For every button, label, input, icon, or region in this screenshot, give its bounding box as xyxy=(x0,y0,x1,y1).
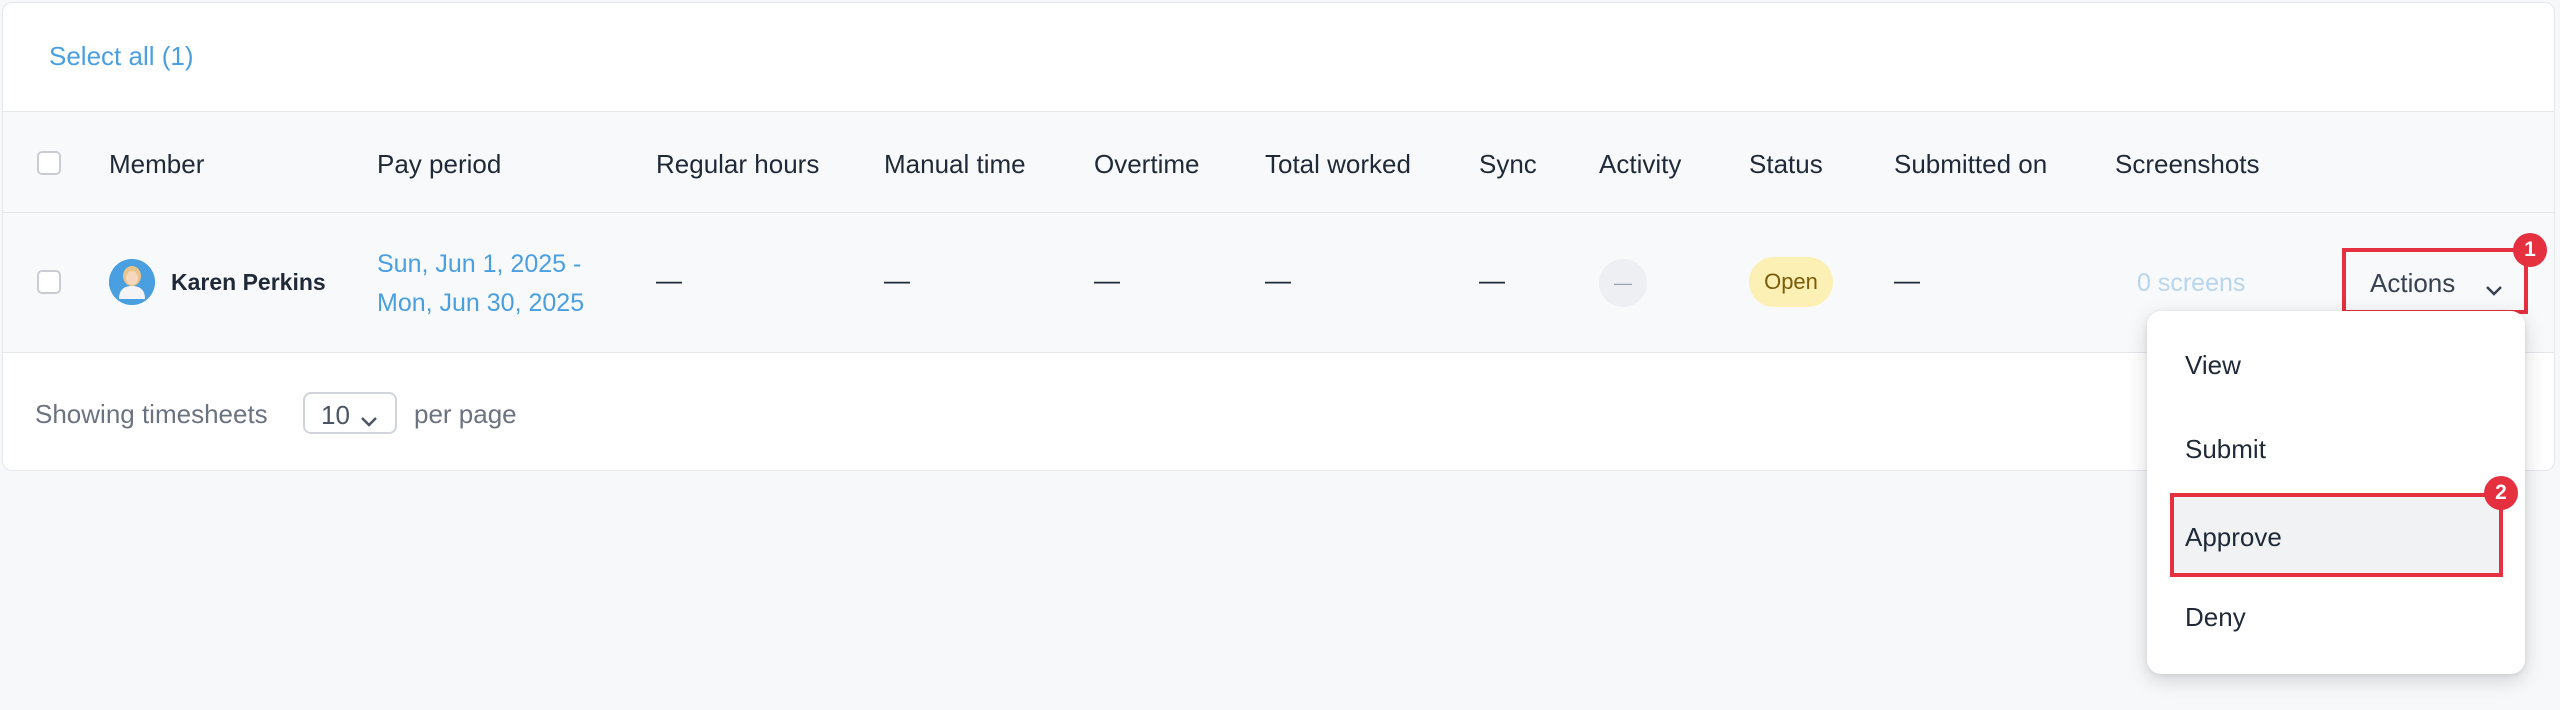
header-pay-period: Pay period xyxy=(377,149,502,179)
actions-dropdown-menu: View Submit Approve Deny 2 xyxy=(2147,311,2525,674)
menu-item-deny[interactable]: Deny xyxy=(2147,580,2525,652)
select-all-checkbox[interactable] xyxy=(37,151,61,175)
annotation-badge-1: 1 xyxy=(2513,233,2547,267)
sync-value: — xyxy=(1479,265,1505,295)
chevron-down-icon xyxy=(359,405,379,436)
row-checkbox[interactable] xyxy=(37,270,61,294)
pay-period-start: Sun, Jun 1, 2025 - xyxy=(377,250,582,278)
status-badge: Open xyxy=(1749,257,1833,307)
page-size-select[interactable]: 10 xyxy=(303,392,397,434)
header-regular-hours: Regular hours xyxy=(656,149,820,179)
menu-item-approve[interactable]: Approve xyxy=(2170,493,2503,577)
overtime-value: — xyxy=(1094,265,1120,295)
header-submitted-on: Submitted on xyxy=(1894,149,2048,179)
pay-period-end: Mon, Jun 30, 2025 xyxy=(377,289,585,317)
manual-time-value: — xyxy=(884,265,910,295)
total-worked-value: — xyxy=(1265,265,1291,295)
showing-timesheets-label: Showing timesheets xyxy=(35,399,268,429)
activity-badge: — xyxy=(1599,259,1647,307)
member-name: Karen Perkins xyxy=(171,269,326,295)
header-member: Member xyxy=(109,149,205,179)
header-screenshots: Screenshots xyxy=(2115,149,2260,179)
header-manual-time: Manual time xyxy=(884,149,1026,179)
select-all-link[interactable]: Select all (1) xyxy=(49,41,194,72)
menu-item-label: View xyxy=(2185,350,2241,380)
menu-item-submit[interactable]: Submit xyxy=(2147,412,2525,484)
per-page-label: per page xyxy=(414,399,517,429)
header-overtime: Overtime xyxy=(1094,149,1200,179)
pay-period-link[interactable]: Sun, Jun 1, 2025 - Mon, Jun 30, 2025 xyxy=(377,245,584,323)
actions-button-label: Actions xyxy=(2370,268,2456,298)
header-sync: Sync xyxy=(1479,149,1537,179)
chevron-down-icon xyxy=(2484,274,2504,305)
header-status: Status xyxy=(1749,149,1823,179)
table-header-row: Member Pay period Regular hours Manual t… xyxy=(3,111,2554,213)
submitted-on-value: — xyxy=(1894,265,1920,295)
annotation-badge-2: 2 xyxy=(2484,476,2518,510)
header-total-worked: Total worked xyxy=(1265,149,1411,179)
actions-button[interactable]: Actions xyxy=(2342,248,2528,314)
header-activity: Activity xyxy=(1599,149,1682,179)
page-size-value: 10 xyxy=(321,400,350,430)
menu-item-view[interactable]: View xyxy=(2147,328,2525,400)
menu-item-label: Approve xyxy=(2185,522,2282,552)
screenshots-link[interactable]: 0 screens xyxy=(2137,269,2245,298)
regular-hours-value: — xyxy=(656,265,682,295)
avatar xyxy=(109,259,155,305)
menu-item-label: Deny xyxy=(2185,602,2246,632)
menu-item-label: Submit xyxy=(2185,434,2266,464)
